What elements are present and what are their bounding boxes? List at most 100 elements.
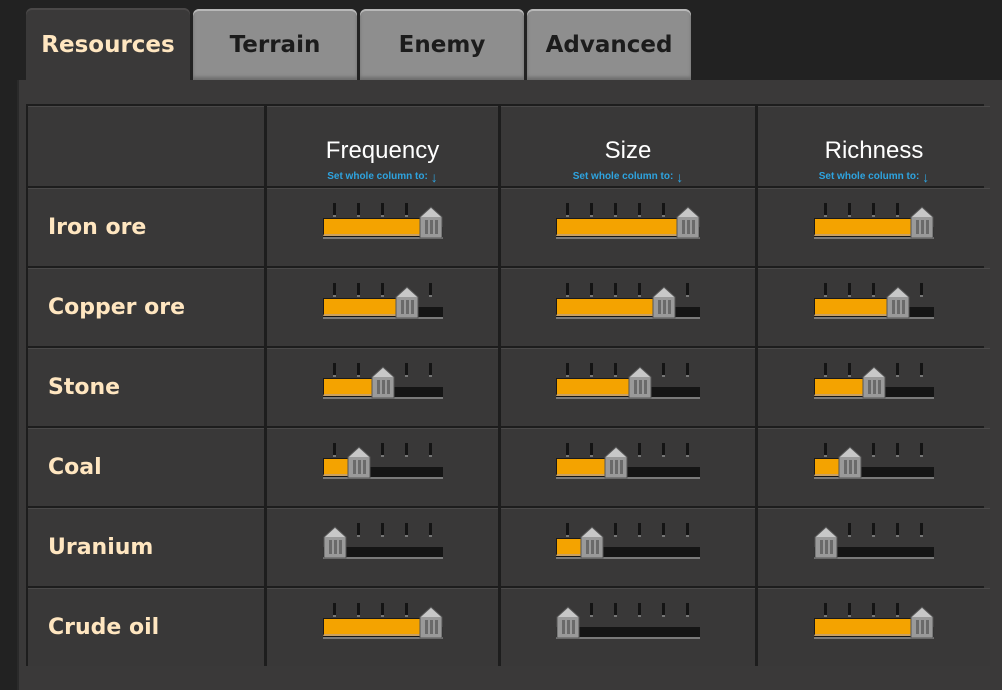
richness-slider[interactable] [814,283,934,323]
slider-handle[interactable] [323,526,347,559]
slider-tick [638,283,641,297]
slider-cell [758,348,990,426]
tab-terrain[interactable]: Terrain [193,9,357,80]
column-title: Richness [824,137,924,164]
set-whole-column-label: Set whole column to: [327,171,428,182]
slider-cell [758,428,990,506]
slider-tick [566,283,569,297]
slider-tick [638,443,641,457]
slider-tick [662,443,665,457]
set-whole-column-button[interactable]: Set whole column to: ↓ [818,168,930,185]
slider-tick [920,283,923,297]
slider-handle[interactable] [556,606,580,639]
slider-tick [872,523,875,537]
slider-handle[interactable] [910,206,934,239]
tab-resources[interactable]: Resources [26,8,190,82]
size-slider[interactable] [556,443,700,483]
slider-tick [614,203,617,217]
richness-slider[interactable] [814,523,934,563]
slider-tick [381,283,384,297]
slider-fill [323,298,401,316]
slider-handle[interactable] [814,526,838,559]
slider-handle[interactable] [604,446,628,479]
slider-tick [405,443,408,457]
slider-tick [824,283,827,297]
slider-tick [638,203,641,217]
slider-handle[interactable] [395,286,419,319]
size-slider[interactable] [556,603,700,643]
richness-slider[interactable] [814,363,934,403]
arrow-down-icon: ↓ [676,168,684,185]
slider-handle[interactable] [371,366,395,399]
slider-tick [614,283,617,297]
slider-fill [556,298,658,316]
slider-tick [566,363,569,377]
slider-handle[interactable] [580,526,604,559]
slider-cell [267,268,498,346]
frequency-slider[interactable] [323,203,443,243]
richness-slider[interactable] [814,443,934,483]
set-whole-column-label: Set whole column to: [818,171,920,182]
set-whole-column-button[interactable]: Set whole column to: ↓ [327,170,438,184]
slider-tick [429,523,432,537]
slider-handle[interactable] [628,366,652,399]
slider-tick [848,203,851,217]
slider-handle[interactable] [652,286,676,319]
slider-tick [896,443,899,457]
slider-tick [429,443,432,457]
slider-handle[interactable] [347,446,371,479]
slider-handle[interactable] [676,206,700,239]
slider-cell [267,508,498,586]
column-title: Frequency [325,137,440,164]
frequency-slider[interactable] [323,523,443,563]
slider-cell [501,428,755,506]
slider-tick [357,203,360,217]
slider-handle[interactable] [838,446,862,479]
slider-cell [267,588,498,666]
slider-tick [590,443,593,457]
slider-handle[interactable] [419,606,443,639]
slider-tick [872,443,875,457]
slider-tick [357,283,360,297]
frequency-slider[interactable] [323,283,443,323]
arrow-down-icon: ↓ [922,168,930,185]
size-slider[interactable] [556,363,700,403]
slider-tick [824,203,827,217]
slider-tick [920,523,923,537]
tab-enemy[interactable]: Enemy [360,9,524,80]
slider-tick [896,603,899,617]
frequency-slider[interactable] [323,443,443,483]
slider-cell [758,588,990,666]
column-header-frequency: Frequency Set whole column to: ↓ [267,106,498,186]
tab-advanced[interactable]: Advanced [527,9,691,80]
slider-handle[interactable] [419,206,443,239]
slider-handle[interactable] [886,286,910,319]
slider-tick [590,363,593,377]
slider-tick [662,603,665,617]
size-slider[interactable] [556,203,700,243]
slider-tick [872,203,875,217]
slider-fill [556,218,682,236]
slider-tick [896,523,899,537]
slider-tick [896,203,899,217]
set-whole-column-button[interactable]: Set whole column to: ↓ [573,168,684,185]
richness-slider[interactable] [814,603,934,643]
frequency-slider[interactable] [323,603,443,643]
slider-cell [501,348,755,426]
slider-tick [824,363,827,377]
slider-tick [638,603,641,617]
richness-slider[interactable] [814,203,934,243]
slider-tick [590,203,593,217]
slider-tick [686,443,689,457]
row-label: Stone [28,348,264,426]
row-label: Copper ore [28,268,264,346]
slider-tick [405,523,408,537]
size-slider[interactable] [556,523,700,563]
slider-handle[interactable] [862,366,886,399]
slider-tick [566,443,569,457]
frequency-slider[interactable] [323,363,443,403]
slider-tick [920,363,923,377]
column-header-richness: Richness Set whole column to: ↓ [758,106,990,186]
slider-handle[interactable] [910,606,934,639]
size-slider[interactable] [556,283,700,323]
